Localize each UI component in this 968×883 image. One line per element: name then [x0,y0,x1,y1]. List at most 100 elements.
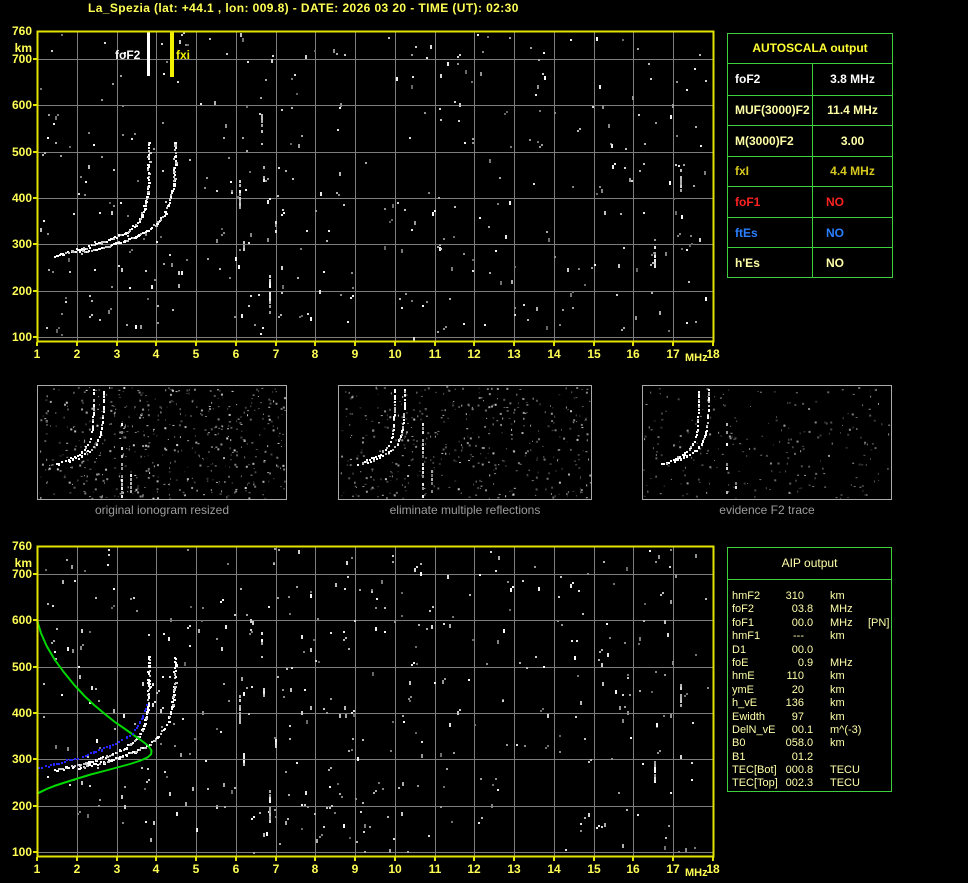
autoscala-row-value: NO [826,195,844,210]
main-x-tick-label: 3 [113,347,121,361]
aip-y-tick-label: 100 [11,845,32,859]
aip-table-header: AIP output [728,548,891,580]
aip-row-TEC[Bot]: TEC[Bot] 000.8 TECU [728,764,891,777]
main-y-tick-label: 300 [11,237,32,251]
aip-row-unit: MHz [830,603,853,616]
main-x-tick-label: 5 [192,347,200,361]
aip-x-tick-label: 14 [547,862,561,876]
main-y-axis-unit: km [14,41,32,55]
aip-row-value-frac [804,670,830,683]
aip-row-foF1: foF1 00.0 MHz [PN] [728,617,891,630]
aip-row-unit [830,644,868,657]
autoscala-row-label: ftEs [728,217,813,248]
aip-row-label: h_vE [732,697,758,710]
autoscala-row-MUF(3000)F2: MUF(3000)F2 11.4 MHz [728,94,892,126]
aip-x-tick-label: 13 [507,862,521,876]
aip-row-value-int: 01 [791,750,804,763]
autoscala-row-value: 4.4 MHz [830,164,875,179]
aip-row-value-int: 310 [785,590,804,602]
aip-y-axis-unit: km [14,556,32,570]
main-x-tick-label: 15 [587,347,601,361]
aip-row-extra [868,724,891,737]
main-x-tick-label: 14 [547,347,561,361]
main-x-tick-label: 17 [666,347,680,361]
aip-row-B0: B0 058.0 km [728,737,891,750]
aip-x-tick-label: 12 [467,862,481,876]
aip-row-unit: m^(-3) [830,723,862,736]
aip-row-extra [868,711,891,724]
aip-row-unit: km [830,630,845,643]
aip-row-value-frac: .8 [804,603,814,616]
aip-row-label: hmF2 [732,590,761,602]
aip-row-value-int: --- [793,630,804,643]
aip-row-unit: km [830,710,845,723]
main-x-tick-label: 2 [73,347,81,361]
aip-row-label: B1 [732,750,746,763]
autoscala-row-foF2: foF2 3.8 MHz [728,64,892,95]
main-y-tick-label: 500 [11,145,32,159]
aip-x-axis-unit: MHz [685,867,708,879]
aip-row-extra [868,657,891,670]
main-x-tick-label: 8 [311,347,319,361]
aip-row-value-frac: .0 [804,643,814,656]
aip-row-value-int: 110 [786,670,804,683]
autoscala-table-header: AUTOSCALA output [728,34,892,64]
aip-x-tick-label: 11 [428,862,442,876]
aip-row-DelN_vE: DelN_vE 00.1 m^(-3) [728,724,891,737]
aip-row-label: D1 [732,643,747,656]
main-y-tick-label: 760 [11,24,32,38]
aip-row-extra [868,764,891,777]
autoscala-row-ftEs: ftEs NO [728,216,892,248]
aip-x-tick-label: 17 [666,862,680,876]
aip-row-D1: D1 00.0 [728,644,891,657]
aip-row-extra [868,737,891,750]
main-y-tick-label: 200 [11,284,32,298]
aip-row-value-frac: .3 [804,777,814,790]
aip-row-value-frac: .8 [804,764,814,777]
aip-row-hmE: hmE 110 km [728,670,891,683]
aip-x-tick-label: 15 [587,862,601,876]
aip-x-tick-label: 5 [192,862,200,876]
main-x-tick-label: 11 [428,347,442,361]
autoscala-row-label: foF2 [728,64,813,95]
autoscala-table-body: foF2 3.8 MHz MUF(3000)F2 11.4 MHz M(3000)F2 3… [728,64,892,278]
aip-row-value-int: 00 [791,616,804,629]
aip-row-label: foF1 [732,616,755,629]
autoscala-row-label: h'Es [728,248,813,278]
autoscala-row-label: MUF(3000)F2 [728,95,813,126]
aip-x-tick-label: 9 [351,862,359,876]
aip-row-unit: MHz [830,656,853,669]
autoscala-output-table: AUTOSCALA output foF2 3.8 MHz MUF(3000)F2 1… [727,33,893,278]
aip-row-value-frac: .9 [804,656,814,669]
aip-output-table: AIP output hmF2 310 km foF2 03.8 MHz foF1 00.0 M… [727,547,892,792]
main-x-tick-label: 1 [33,347,41,361]
main-x-tick-label: 6 [232,347,240,361]
autoscala-row-value: 3.00 [840,133,865,148]
aip-row-value-int: 97 [791,710,804,723]
aip-row-h_vE: h_vE 136 km [728,697,891,710]
aip-row-label: hmF1 [732,630,761,643]
aip-x-tick-label: 16 [626,862,640,876]
aip-x-tick-label: 2 [73,862,81,876]
aip-row-unit: km [830,590,845,602]
aip-row-unit: km [830,697,845,710]
aip-x-tick-label: 10 [388,862,402,876]
aip-row-extra: [PN] [868,616,890,629]
autoscala-row-value: NO [826,256,844,271]
autoscala-row-M(3000)F2: M(3000)F2 3.00 [728,125,892,156]
aip-row-label: ymE [732,683,754,696]
autoscala-row-value: 11.4 MHz [827,103,878,118]
aip-row-extra [868,777,891,790]
aip-row-label: TEC[Top] [732,777,778,790]
aip-row-value-frac [804,697,830,710]
fxi-marker-label: fxi [176,48,191,62]
aip-row-value-int: 000 [785,764,804,777]
aip-row-value-int: 136 [785,697,804,710]
aip-row-foE: foE 0.9 MHz [728,657,891,670]
autoscala-row-h'Es: h'Es NO [728,247,892,278]
aip-row-value-int: 00 [791,643,804,656]
aip-row-value-frac [804,630,830,643]
main-y-tick-label: 600 [11,98,32,112]
aip-row-extra [868,644,891,657]
autoscala-row-value: 3.8 MHz [830,72,875,87]
